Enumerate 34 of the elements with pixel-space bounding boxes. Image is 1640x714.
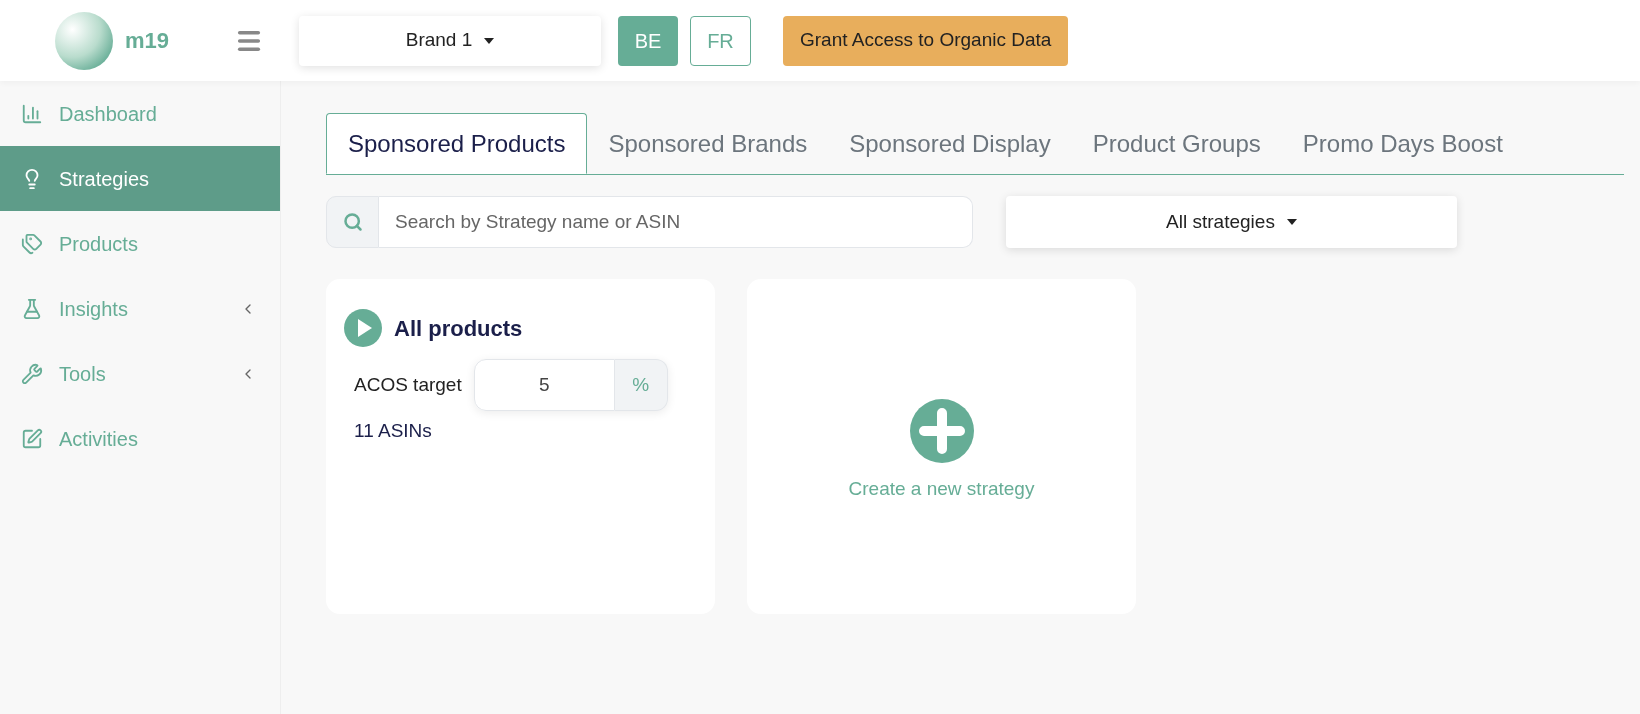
caret-icon: [1286, 219, 1297, 225]
search-icon: [326, 196, 379, 248]
market-button[interactable]: BE: [618, 15, 678, 66]
sidebar-item[interactable]: Tools: [0, 341, 280, 406]
tab[interactable]: Sponsored Brands: [587, 113, 829, 174]
brand-select[interactable]: Brand 1: [299, 15, 601, 66]
strategy-name: All products: [394, 314, 523, 343]
sidebar-item[interactable]: Activities: [0, 406, 280, 471]
strategy-filter-select[interactable]: All strategies: [1006, 196, 1457, 248]
logo-icon: [55, 11, 113, 70]
asin-count: 11 ASINs: [354, 419, 433, 443]
grant-access-button[interactable]: Grant Access to Organic Data: [783, 15, 1069, 66]
percent-addon: %: [614, 359, 668, 411]
tab[interactable]: Sponsored Products: [326, 113, 588, 174]
new-strategy-card[interactable]: Create a new strategy: [747, 279, 1136, 614]
plus-icon: [909, 399, 974, 464]
sidebar-item[interactable]: Strategies: [0, 146, 280, 211]
tab[interactable]: Promo Days Boost: [1281, 113, 1524, 174]
acos-field[interactable]: 5: [473, 359, 615, 411]
acos-label: ACOS target: [354, 372, 462, 397]
sidebar-item[interactable]: Insights: [0, 276, 280, 341]
wrench-icon: [21, 362, 45, 385]
logo-text: m19: [125, 27, 170, 55]
play-icon[interactable]: [344, 309, 382, 347]
sidebar-item[interactable]: Dashboard: [0, 81, 280, 146]
tab[interactable]: Product Groups: [1071, 113, 1282, 174]
sidebar-item[interactable]: Products: [0, 211, 280, 276]
caret-icon: [484, 37, 495, 44]
tab[interactable]: Sponsored Display: [828, 113, 1072, 174]
search-field[interactable]: Search by Strategy name or ASIN: [379, 196, 973, 248]
new-strategy-label: Create a new strategy: [848, 477, 1035, 502]
tags-icon: [21, 232, 45, 255]
market-button[interactable]: FR: [690, 15, 751, 66]
edit-icon: [21, 427, 45, 450]
